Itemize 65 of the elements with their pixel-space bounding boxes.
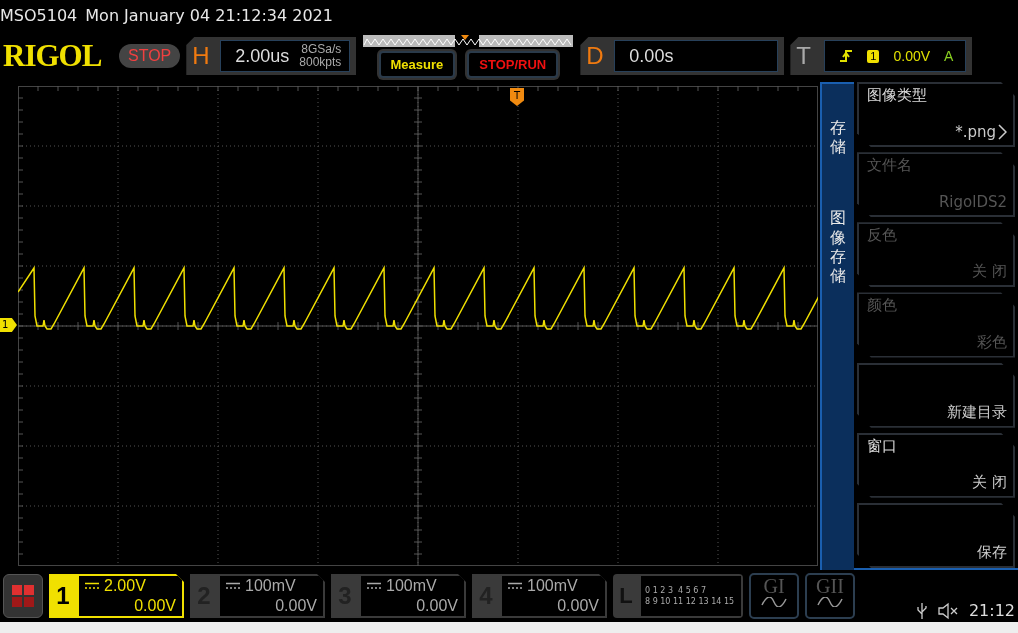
menu-item-label: 颜色 xyxy=(867,296,898,316)
channel-scale: 100mV xyxy=(527,576,578,596)
measure-button[interactable]: Measure xyxy=(378,50,456,78)
menu-button[interactable] xyxy=(3,574,43,618)
trigger-field[interactable]: 1 0.00V A xyxy=(824,40,967,72)
menu-item-label: 窗口 xyxy=(867,436,898,456)
channel-offset: 0.00V xyxy=(557,596,599,616)
sample-rate: 8GSa/s xyxy=(301,43,342,56)
menu-item-button[interactable]: 新建目录 xyxy=(857,362,1015,428)
channel-marker[interactable]: 1 xyxy=(0,318,17,332)
menu-item-label: 图像类型 xyxy=(867,86,928,105)
delay-label: D xyxy=(586,42,605,70)
delay-field[interactable]: 0.00s xyxy=(614,40,779,72)
channel-number: 1 xyxy=(55,581,71,611)
digital-channel-numbers: 0 1 2 3 4 5 6 7 xyxy=(645,586,707,595)
horizontal-label: H xyxy=(192,42,211,70)
menu-path-label: 图像存储 xyxy=(830,208,846,286)
dc-coupling-icon xyxy=(85,582,99,590)
dc-coupling-icon xyxy=(226,582,240,590)
memory-depth: 800kpts xyxy=(299,56,342,69)
menu-item-value: RigolDS2 xyxy=(938,193,1007,212)
stop-run-button[interactable]: STOP/RUN xyxy=(467,50,559,78)
menu-item-button[interactable]: 保存 xyxy=(857,502,1015,568)
generator-label: GII xyxy=(816,575,844,597)
channel-tile[interactable]: 1 2.00V 0.00V xyxy=(49,574,184,618)
menu-item-value: 保存 xyxy=(977,543,1007,562)
brand-logo: RIGOL xyxy=(3,38,103,74)
run-state-badge: STOP xyxy=(119,44,181,68)
menu-item-button[interactable]: 图像类型 *.png xyxy=(857,82,1015,148)
menu-item-label: 反色 xyxy=(867,226,898,246)
menu-item-label: 文件名 xyxy=(867,156,913,176)
menu-item-value: 新建目录 xyxy=(947,402,1007,422)
usb-icon xyxy=(916,602,927,620)
trigger-source-badge: 1 xyxy=(867,49,880,63)
delay-value: 0.00s xyxy=(629,45,674,67)
channel-scale: 100mV xyxy=(386,576,437,596)
chevron-right-icon xyxy=(998,124,1007,141)
trigger-level: 0.00V xyxy=(893,48,931,64)
dc-coupling-icon xyxy=(508,582,522,590)
menu-item-value: 关 闭 xyxy=(972,262,1007,282)
channel-scale: 100mV xyxy=(245,576,296,596)
grid-icon xyxy=(11,584,35,608)
digital-channel-numbers: 8 9 10 11 12 13 14 15 xyxy=(645,597,735,606)
dc-coupling-icon xyxy=(367,582,381,590)
trigger-marker[interactable]: T xyxy=(510,88,524,106)
trigger-mode: A xyxy=(944,48,954,64)
trigger-label: T xyxy=(796,42,813,70)
speaker-muted-icon xyxy=(936,602,959,620)
menu-item-value: *.png xyxy=(955,123,996,142)
timebase-value: 2.00us xyxy=(235,45,290,67)
channel-offset: 0.00V xyxy=(134,596,176,616)
channel-offset: 0.00V xyxy=(275,596,317,616)
menu-item-button[interactable]: 窗口 关 闭 xyxy=(857,432,1015,498)
menu-item-value: 关 闭 xyxy=(972,472,1007,492)
sine-wave-icon xyxy=(761,597,787,607)
date-time: Mon January 04 21:12:34 2021 xyxy=(85,5,333,25)
clock-time: 21:12 xyxy=(968,601,1015,620)
channel-offset: 0.00V xyxy=(416,596,458,616)
rising-edge-icon xyxy=(839,49,854,63)
sine-wave-icon xyxy=(817,597,843,607)
model-name: MSO5104 xyxy=(0,5,78,25)
generator-label: GI xyxy=(763,575,785,597)
menu-item-value: 彩色 xyxy=(977,332,1007,352)
menu-path-label: 存储 xyxy=(830,118,846,157)
channel-scale: 2.00V xyxy=(104,576,146,596)
